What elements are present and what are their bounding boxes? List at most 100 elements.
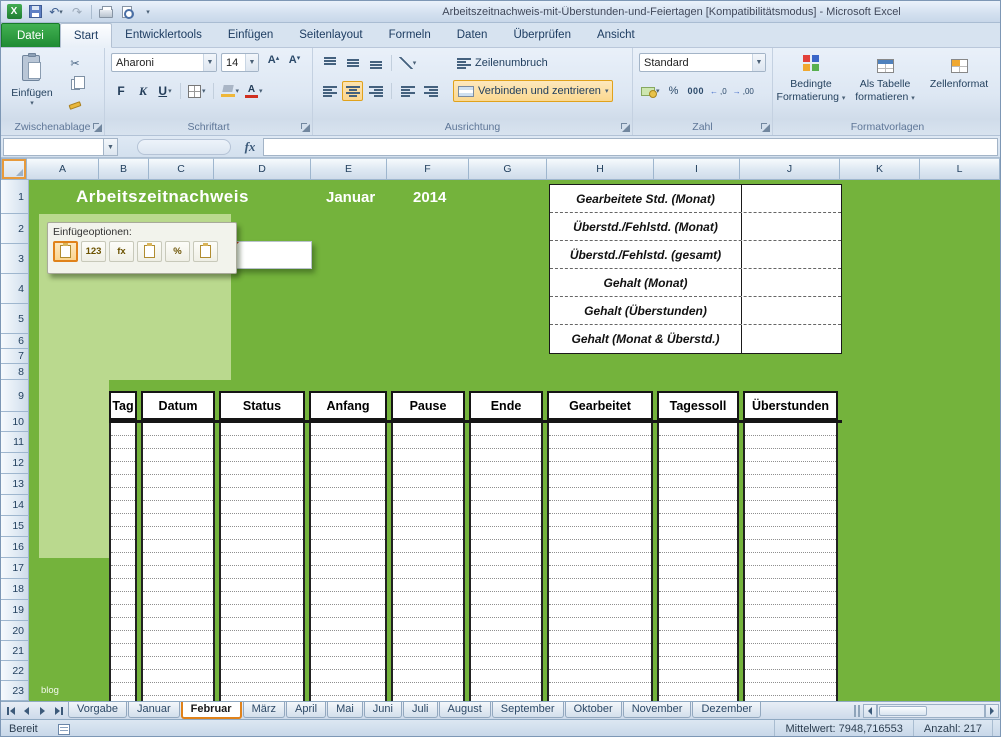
table-cell-tagessoll-12[interactable] — [659, 566, 737, 579]
align-middle-button[interactable] — [342, 53, 363, 73]
table-cell-ueberstunden-10[interactable] — [745, 540, 836, 553]
table-cell-tag-8[interactable] — [111, 514, 135, 527]
summary-label-3[interactable]: Überstd./Fehlstd. (gesamt) — [550, 241, 742, 268]
table-cell-ende-13[interactable] — [471, 579, 541, 592]
table-cell-anfang-11[interactable] — [311, 553, 385, 566]
table-cell-status-21[interactable] — [221, 683, 303, 696]
table-cell-ueberstunden-3[interactable] — [745, 449, 836, 462]
table-cell-datum-12[interactable] — [143, 566, 213, 579]
print-button[interactable] — [97, 3, 115, 21]
row-header-21[interactable]: 21 — [1, 641, 29, 661]
table-cell-tag-7[interactable] — [111, 501, 135, 514]
cut-button[interactable]: ✂ — [63, 54, 87, 72]
summary-value-1[interactable] — [742, 185, 841, 212]
table-cell-datum-14[interactable] — [143, 592, 213, 605]
table-cell-pause-3[interactable] — [393, 449, 463, 462]
table-cell-anfang-2[interactable] — [311, 436, 385, 449]
increase-decimal-button[interactable] — [708, 81, 729, 101]
number-dialog-launcher[interactable] — [760, 122, 770, 132]
table-cell-datum-8[interactable] — [143, 514, 213, 527]
sheet-tab-februar[interactable]: Februar — [181, 702, 242, 719]
ribbon-tab-formeln[interactable]: Formeln — [376, 23, 444, 47]
table-cell-tagessoll-4[interactable] — [659, 462, 737, 475]
table-cell-pause-11[interactable] — [393, 553, 463, 566]
row-header-9[interactable]: 9 — [1, 380, 29, 412]
table-cell-tag-20[interactable] — [111, 670, 135, 683]
table-cell-pause-8[interactable] — [393, 514, 463, 527]
align-left-button[interactable] — [319, 81, 340, 101]
table-cell-gearbeitet-18[interactable] — [549, 644, 651, 657]
table-cell-tagessoll-2[interactable] — [659, 436, 737, 449]
table-cell-pause-5[interactable] — [393, 475, 463, 488]
table-cell-pause-17[interactable] — [393, 631, 463, 644]
name-box[interactable] — [3, 138, 104, 156]
merge-center-dropdown-icon[interactable]: ▾ — [605, 87, 609, 95]
table-cell-status-9[interactable] — [221, 527, 303, 540]
table-cell-tag-4[interactable] — [111, 462, 135, 475]
table-cell-gearbeitet-20[interactable] — [549, 670, 651, 683]
table-cell-ende-8[interactable] — [471, 514, 541, 527]
table-cell-status-3[interactable] — [221, 449, 303, 462]
summary-value-2[interactable] — [742, 213, 841, 240]
underline-dropdown-icon[interactable]: ▾ — [168, 87, 172, 95]
table-cell-gearbeitet-8[interactable] — [549, 514, 651, 527]
ribbon-tab-datei[interactable]: Datei — [1, 23, 60, 47]
table-cell-pause-16[interactable] — [393, 618, 463, 631]
table-cell-gearbeitet-11[interactable] — [549, 553, 651, 566]
alignment-dialog-launcher[interactable] — [620, 122, 630, 132]
table-cell-tagessoll-6[interactable] — [659, 488, 737, 501]
table-cell-ueberstunden-21[interactable] — [745, 683, 836, 696]
sheet-tab-juni[interactable]: Juni — [364, 702, 402, 718]
tab-split-handle[interactable] — [854, 705, 860, 717]
table-cell-tagessoll-14[interactable] — [659, 592, 737, 605]
table-cell-datum-15[interactable] — [143, 605, 213, 618]
sheet-tab-maerz[interactable]: März — [243, 702, 285, 718]
sheet-tab-vorgabe[interactable]: Vorgabe — [68, 702, 127, 718]
table-cell-ueberstunden-12[interactable] — [745, 566, 836, 579]
table-cell-tag-11[interactable] — [111, 553, 135, 566]
summary-value-3[interactable] — [742, 241, 841, 268]
column-header-c[interactable]: C — [149, 158, 214, 180]
table-cell-pause-20[interactable] — [393, 670, 463, 683]
table-cell-anfang-12[interactable] — [311, 566, 385, 579]
table-cell-anfang-14[interactable] — [311, 592, 385, 605]
table-cell-gearbeitet-9[interactable] — [549, 527, 651, 540]
table-cell-tag-5[interactable] — [111, 475, 135, 488]
table-cell-gearbeitet-4[interactable] — [549, 462, 651, 475]
orientation-dropdown-icon[interactable]: ▾ — [413, 59, 417, 67]
align-bottom-button[interactable] — [365, 53, 386, 73]
first-sheet-button[interactable] — [3, 703, 18, 718]
table-cell-gearbeitet-19[interactable] — [549, 657, 651, 670]
table-cell-anfang-10[interactable] — [311, 540, 385, 553]
paste-option-paste[interactable] — [53, 241, 78, 262]
table-cell-anfang-18[interactable] — [311, 644, 385, 657]
row-header-23[interactable]: 23 — [1, 681, 29, 701]
table-cell-tag-18[interactable] — [111, 644, 135, 657]
table-cell-ueberstunden-16[interactable] — [745, 618, 836, 631]
table-cell-status-2[interactable] — [221, 436, 303, 449]
conditional-formatting-dropdown-icon[interactable]: ▾ — [842, 95, 846, 102]
table-cell-tagessoll-5[interactable] — [659, 475, 737, 488]
table-cell-datum-21[interactable] — [143, 683, 213, 696]
summary-label-2[interactable]: Überstd./Fehlstd. (Monat) — [550, 213, 742, 240]
ribbon-tab-ueberpruefen[interactable]: Überprüfen — [500, 23, 584, 47]
table-cell-gearbeitet-5[interactable] — [549, 475, 651, 488]
table-cell-ueberstunden-6[interactable] — [745, 488, 836, 501]
row-header-18[interactable]: 18 — [1, 579, 29, 600]
column-header-b[interactable]: B — [99, 158, 149, 180]
table-cell-datum-2[interactable] — [143, 436, 213, 449]
table-cell-ende-2[interactable] — [471, 436, 541, 449]
table-cell-status-17[interactable] — [221, 631, 303, 644]
table-cell-gearbeitet-7[interactable] — [549, 501, 651, 514]
align-top-button[interactable] — [319, 53, 340, 73]
align-right-button[interactable] — [365, 81, 386, 101]
ribbon-tab-ansicht[interactable]: Ansicht — [584, 23, 648, 47]
table-cell-gearbeitet-21[interactable] — [549, 683, 651, 696]
percent-style-button[interactable]: % — [664, 81, 684, 101]
table-cell-status-13[interactable] — [221, 579, 303, 592]
table-cell-pause-1[interactable] — [393, 423, 463, 436]
number-format-combo[interactable]: Standard ▼ — [639, 53, 766, 72]
table-cell-ende-11[interactable] — [471, 553, 541, 566]
selected-cell-box[interactable] — [229, 241, 312, 269]
table-cell-tagessoll-11[interactable] — [659, 553, 737, 566]
